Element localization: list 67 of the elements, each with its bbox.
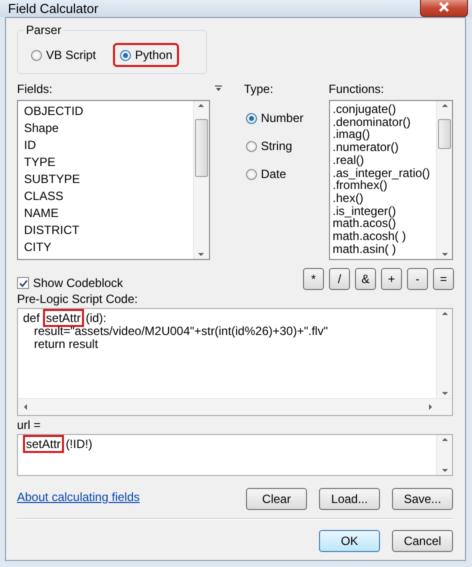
- radio-icon[interactable]: [246, 168, 257, 180]
- operator-button[interactable]: &: [355, 268, 376, 290]
- operator-button[interactable]: =: [433, 268, 454, 290]
- list-item[interactable]: .conjugate(): [332, 103, 433, 116]
- code-line: setAttr (!ID!): [23, 438, 431, 451]
- checkbox[interactable]: Show Codeblock: [17, 276, 124, 290]
- list-item[interactable]: Shape: [24, 121, 187, 135]
- dialog-button[interactable]: Cancel: [392, 530, 453, 552]
- field-label: Functions:: [328, 82, 385, 96]
- radio-icon[interactable]: [246, 140, 257, 152]
- list-item[interactable]: SUBTYPE: [24, 172, 187, 186]
- list-item[interactable]: .fromhex(): [332, 179, 433, 192]
- close-icon: [438, 2, 450, 12]
- operator-button[interactable]: *: [303, 268, 324, 290]
- close-button[interactable]: [420, 0, 468, 16]
- list-item[interactable]: math.acos(): [332, 217, 433, 230]
- list-item[interactable]: .is_integer(): [332, 204, 433, 218]
- code-editor[interactable]: def setAttr (id): result="assets/video/M2U004"+str(int(id%26)+30)+".flv" return result: [17, 308, 453, 416]
- list-item[interactable]: CITY: [24, 240, 187, 254]
- list-item[interactable]: NAME: [24, 206, 187, 220]
- list-item[interactable]: .hex(): [332, 192, 433, 205]
- operator-button[interactable]: /: [329, 268, 350, 290]
- radio-button[interactable]: Number: [238, 106, 329, 130]
- code-line: return result: [33, 338, 98, 351]
- list-item[interactable]: TYPE: [24, 155, 187, 169]
- radio-button[interactable]: VB Script: [24, 43, 104, 67]
- radio-icon[interactable]: [31, 50, 42, 60]
- code-line: def setAttr (id):: [23, 312, 106, 325]
- action-button[interactable]: Load...: [319, 488, 380, 510]
- radio-button[interactable]: Python: [113, 43, 180, 67]
- field-label: Type:: [244, 82, 274, 96]
- vertical-scrollbar[interactable]: [192, 101, 209, 259]
- window-title: Field Calculator: [8, 1, 98, 16]
- list-item[interactable]: OBJECTID: [24, 104, 187, 118]
- vertical-scrollbar[interactable]: [436, 435, 452, 475]
- vertical-scrollbar[interactable]: [436, 101, 452, 259]
- operator-button[interactable]: -: [407, 268, 428, 290]
- radio-button[interactable]: String: [238, 134, 329, 158]
- list-item[interactable]: .numerator(): [332, 141, 433, 154]
- radio-icon[interactable]: [246, 112, 257, 124]
- expression-editor[interactable]: setAttr (!ID!): [17, 434, 453, 476]
- list-item[interactable]: .denominator(): [332, 116, 433, 128]
- list-item[interactable]: ID: [24, 138, 187, 152]
- functions-list[interactable]: .conjugate() .denominator() .imag() .numerator() .real() .as_integer_ratio() .fromhex() .hex() .is_integer() math.acos() math.acosh( ) math.asin( ): [328, 100, 453, 260]
- action-button[interactable]: Clear: [246, 488, 307, 510]
- fields-list[interactable]: OBJECTID Shape ID TYPE SUBTYPE CLASS NAME DISTRICT CITY: [17, 100, 210, 260]
- checkmark-icon: [18, 278, 28, 288]
- horizontal-scrollbar[interactable]: [18, 398, 452, 415]
- vertical-scrollbar[interactable]: [436, 309, 452, 398]
- field-label: url =: [17, 418, 42, 432]
- action-button[interactable]: Save...: [392, 488, 453, 510]
- list-item[interactable]: DISTRICT: [24, 223, 187, 237]
- list-item[interactable]: CLASS: [24, 189, 187, 203]
- list-item[interactable]: .imag(): [332, 128, 433, 142]
- list-item[interactable]: .real(): [332, 154, 433, 167]
- field-label: Fields:: [17, 82, 54, 96]
- dialog-button[interactable]: OK: [319, 530, 380, 552]
- field-label: Pre-Logic Script Code:: [17, 292, 139, 306]
- help-link[interactable]: About calculating fields: [17, 490, 140, 504]
- radio-button[interactable]: Date: [238, 162, 329, 186]
- list-item[interactable]: .as_integer_ratio(): [332, 166, 433, 180]
- list-item[interactable]: math.acosh( ): [332, 230, 433, 243]
- group-label: Parser: [24, 23, 64, 37]
- operator-button[interactable]: +: [381, 268, 402, 290]
- radio-icon[interactable]: [120, 50, 132, 60]
- list-item[interactable]: math.asin( ): [332, 242, 433, 256]
- code-line: result="assets/video/M2U004"+str(int(id%26)+30)+".flv": [33, 325, 329, 338]
